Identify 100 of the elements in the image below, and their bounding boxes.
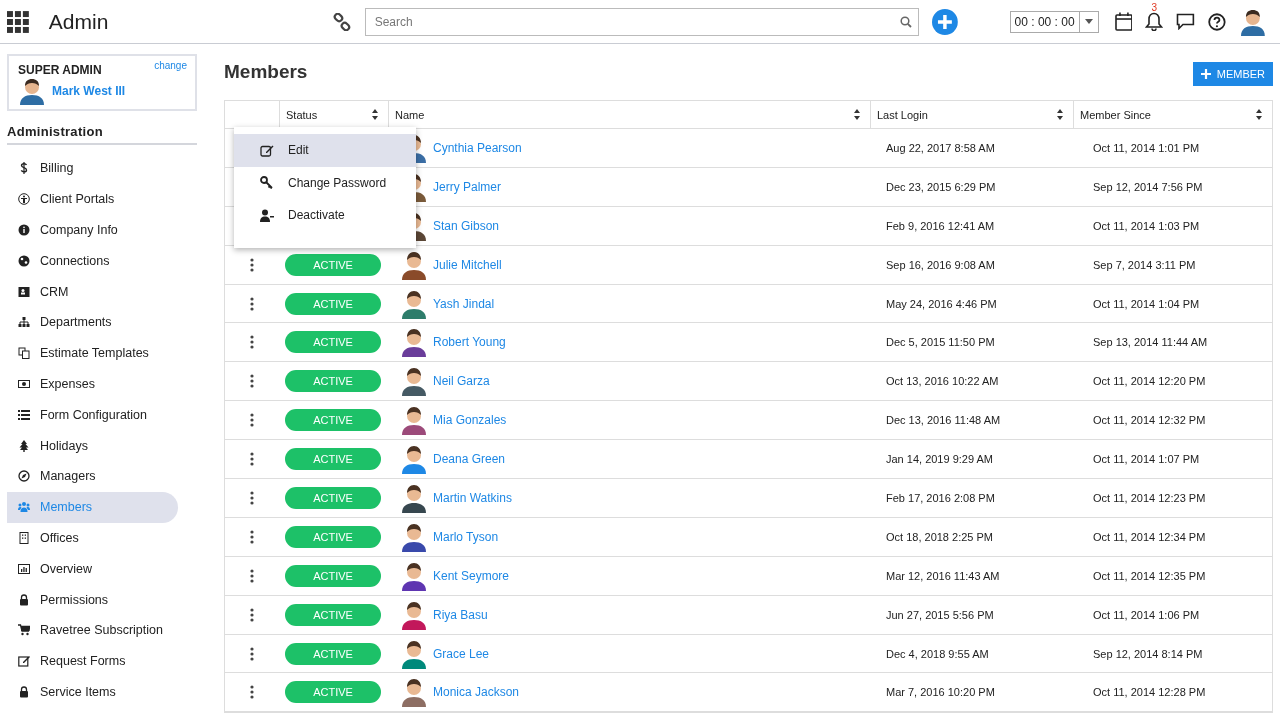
edit-icon <box>260 143 274 157</box>
sidebar-item[interactable]: Billing <box>7 153 178 184</box>
table-cell: Sep 13, 2014 11:44 AM <box>1093 336 1208 349</box>
table-cell: Oct 11, 2014 12:35 PM <box>1093 569 1206 582</box>
sidebar-item[interactable]: Connections <box>7 245 178 277</box>
sort-icon[interactable] <box>854 109 860 120</box>
member-name[interactable]: Deana Green <box>433 452 506 467</box>
sidebar-item[interactable]: Ravetree Subscription <box>7 614 178 646</box>
member-name[interactable]: Jerry Palmer <box>433 179 501 194</box>
status-badge: ACTIVE <box>285 603 381 626</box>
member-name[interactable]: Neil Garza <box>433 374 490 389</box>
lock-icon <box>18 685 30 698</box>
more-icon[interactable] <box>250 568 254 583</box>
table-cell: Oct 11, 2014 1:04 PM <box>1093 297 1200 310</box>
table-cell: Sep 12, 2014 7:56 PM <box>1093 180 1203 193</box>
sidebar-item[interactable]: Request Forms <box>7 645 178 677</box>
more-icon[interactable] <box>250 374 254 389</box>
more-icon[interactable] <box>250 257 254 272</box>
sort-icon[interactable] <box>1256 109 1262 120</box>
avatar-icon <box>400 444 428 475</box>
member-name[interactable]: Mia Gonzales <box>433 413 507 428</box>
sidebar-item[interactable]: Permissions <box>7 584 178 615</box>
more-icon[interactable] <box>250 296 254 311</box>
sidebar-item[interactable]: Departments <box>7 307 178 338</box>
link-icon[interactable] <box>332 12 351 31</box>
sidebar-item[interactable]: Offices <box>7 522 178 554</box>
more-icon[interactable] <box>250 452 254 467</box>
account-name[interactable]: Mark West III <box>52 84 126 98</box>
sidebar-item[interactable]: Form Configuration <box>7 399 178 431</box>
member-name[interactable]: Yash Jindal <box>433 296 495 311</box>
bell-icon[interactable] <box>1145 12 1164 31</box>
status-badge: ACTIVE <box>285 681 381 704</box>
menu-item[interactable]: Change Password <box>234 166 416 199</box>
search-field[interactable]: Search <box>364 7 919 36</box>
table-cell: Dec 13, 2016 11:48 AM <box>886 414 1001 427</box>
menu-item[interactable]: Deactivate <box>234 199 416 232</box>
sidebar-item[interactable]: Overview <box>7 553 178 585</box>
more-icon[interactable] <box>250 607 254 622</box>
sidebar-item[interactable]: Client Portals <box>7 183 178 215</box>
avatar-icon <box>400 327 428 358</box>
more-icon[interactable] <box>250 490 254 505</box>
menu-item[interactable]: Edit <box>234 134 416 167</box>
more-icon[interactable] <box>250 335 254 350</box>
add-member-button[interactable]: MEMBER <box>1192 62 1273 86</box>
cart-icon <box>18 624 30 637</box>
compass-icon <box>18 470 30 483</box>
member-name[interactable]: Stan Gibson <box>433 218 500 233</box>
table-cell: Dec 5, 2015 11:50 PM <box>886 336 995 349</box>
more-icon[interactable] <box>250 646 254 661</box>
avatar-icon <box>400 638 428 669</box>
table-cell: Feb 9, 2016 12:41 AM <box>886 219 995 232</box>
column-header[interactable]: Member Since <box>1073 101 1272 128</box>
add-icon[interactable] <box>931 8 958 35</box>
help-icon[interactable] <box>1208 12 1227 31</box>
table-cell: Jan 14, 2019 9:29 AM <box>886 453 994 466</box>
change-link[interactable]: change <box>154 60 187 77</box>
member-name[interactable]: Martin Watkins <box>433 490 512 505</box>
more-icon[interactable] <box>250 529 254 544</box>
search-icon[interactable] <box>899 15 912 28</box>
status-badge: ACTIVE <box>285 448 381 471</box>
more-icon[interactable] <box>250 685 254 700</box>
status-badge: ACTIVE <box>285 331 381 354</box>
member-name[interactable]: Monica Jackson <box>433 685 520 700</box>
table-cell: Jun 27, 2015 5:56 PM <box>886 608 994 621</box>
sidebar-item[interactable]: CRM <box>7 276 178 307</box>
sort-icon[interactable] <box>1057 109 1063 120</box>
member-name[interactable]: Julie Mitchell <box>433 257 502 272</box>
table-cell: Oct 11, 2014 12:32 PM <box>1093 414 1206 427</box>
sidebar-item[interactable]: Service Items <box>7 676 178 708</box>
avatar-icon <box>400 405 428 436</box>
status-badge: ACTIVE <box>285 292 381 315</box>
column-header[interactable]: Last Login <box>870 101 1073 128</box>
sidebar-item[interactable]: Holidays <box>7 430 178 461</box>
notification-count: 3 <box>1151 2 1158 13</box>
member-name[interactable]: Robert Young <box>433 335 506 350</box>
avatar-icon <box>400 288 428 319</box>
member-name[interactable]: Kent Seymore <box>433 568 510 583</box>
plus-icon <box>1200 69 1211 79</box>
key-icon <box>260 176 274 190</box>
table-cell: Oct 11, 2014 12:20 PM <box>1093 375 1206 388</box>
more-icon[interactable] <box>250 413 254 428</box>
sidebar-item[interactable]: Expenses <box>7 368 178 400</box>
calendar-icon[interactable] <box>1114 12 1133 31</box>
member-name[interactable]: Cynthia Pearson <box>433 140 522 155</box>
sidebar-item[interactable]: Managers <box>7 460 178 492</box>
member-name[interactable]: Grace Lee <box>433 646 490 661</box>
person-icon <box>18 193 30 206</box>
member-name[interactable]: Marlo Tyson <box>433 529 499 544</box>
tree-icon <box>18 439 30 452</box>
avatar-icon[interactable] <box>1239 7 1267 36</box>
avatar-icon <box>400 599 428 630</box>
sidebar-item[interactable]: Company Info <box>7 214 178 246</box>
member-name[interactable]: Riya Basu <box>433 607 488 622</box>
status-badge: ACTIVE <box>285 564 381 587</box>
chat-icon[interactable] <box>1176 13 1196 30</box>
apps-grid-icon[interactable] <box>7 10 29 33</box>
avatar-icon <box>400 366 428 397</box>
timer-field[interactable]: 00 : 00 : 00 <box>1009 10 1099 33</box>
sort-icon[interactable] <box>372 109 378 120</box>
sidebar-item[interactable]: Estimate Templates <box>7 337 178 369</box>
